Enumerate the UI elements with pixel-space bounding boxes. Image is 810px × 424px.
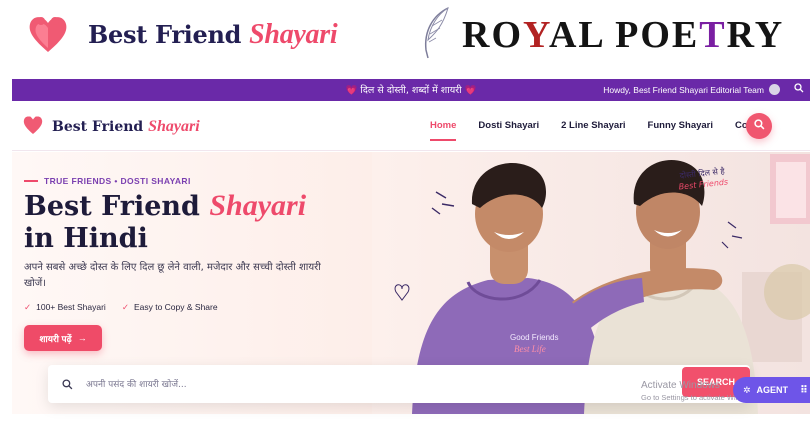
royal-poetry-title: ROYAL POETRY bbox=[462, 14, 785, 56]
nav-funny-shayari[interactable]: Funny Shayari bbox=[648, 120, 713, 131]
site-header: Best Friend Shayari Home Dosti Shayari 2… bbox=[12, 101, 810, 151]
nav-dosti-shayari[interactable]: Dosti Shayari bbox=[478, 120, 539, 131]
admin-top-bar: 💗 दिल से दोस्ती, शब्दों में शायरी 💗 Howd… bbox=[12, 79, 810, 101]
hero-subtitle: अपने सबसे अच्छे दोस्त के लिए दिल छू लेने… bbox=[24, 262, 321, 289]
best-friend-shayari-logo-banner: Best Friend Shayari bbox=[0, 0, 408, 70]
hero-title: Best Friend Shayari in Hindi bbox=[24, 189, 307, 255]
nav-home[interactable]: Home bbox=[430, 120, 457, 141]
search-icon bbox=[753, 117, 765, 135]
sparkle-icon: ✲ bbox=[743, 384, 751, 395]
check-icon: ✓ bbox=[24, 302, 32, 312]
hero-features: ✓ 100+ Best Shayari ✓ Easy to Copy & Share bbox=[24, 302, 218, 313]
hoodie-text: Good Friends bbox=[510, 333, 558, 342]
search-input[interactable]: अपनी पसंद की शायरी खोजें... bbox=[86, 377, 187, 390]
feature-item: ✓ 100+ Best Shayari bbox=[24, 302, 106, 312]
main-nav: Home Dosti Shayari 2 Line Shayari Funny … bbox=[430, 120, 770, 141]
banner-brand-name: Best Friend Shayari bbox=[88, 19, 338, 50]
site-logo[interactable]: Best Friend Shayari bbox=[22, 114, 200, 140]
site-brand-name: Best Friend Shayari bbox=[52, 118, 200, 135]
nav-2-line-shayari[interactable]: 2 Line Shayari bbox=[561, 120, 625, 131]
read-shayari-button[interactable]: शायरी पढ़ें → bbox=[24, 325, 102, 351]
arrow-right-icon: → bbox=[77, 333, 87, 343]
howdy-text: Howdy, Best Friend Shayari Editorial Tea… bbox=[603, 84, 764, 95]
feather-quill-icon bbox=[418, 6, 454, 65]
feature-item: ✓ Easy to Copy & Share bbox=[121, 302, 218, 312]
header-search-button[interactable] bbox=[746, 113, 772, 139]
heart-logo-icon bbox=[26, 12, 70, 59]
royal-poetry-logo-banner: ROYAL POETRY bbox=[408, 0, 810, 70]
user-avatar-icon bbox=[769, 84, 780, 95]
hero-eyebrow: TRUE FRIENDS • DOSTI SHAYARI bbox=[24, 176, 191, 186]
howdy-user-menu[interactable]: Howdy, Best Friend Shayari Editorial Tea… bbox=[603, 84, 780, 95]
search-icon bbox=[62, 377, 73, 395]
check-icon: ✓ bbox=[121, 302, 129, 312]
grid-dots-icon: ⠿ bbox=[800, 384, 808, 396]
agent-button[interactable]: ✲ AGENT ⠿ bbox=[733, 377, 810, 403]
svg-text:Best Life: Best Life bbox=[514, 344, 546, 354]
topbar-search-icon[interactable] bbox=[794, 83, 804, 96]
heart-logo-icon bbox=[22, 114, 44, 140]
